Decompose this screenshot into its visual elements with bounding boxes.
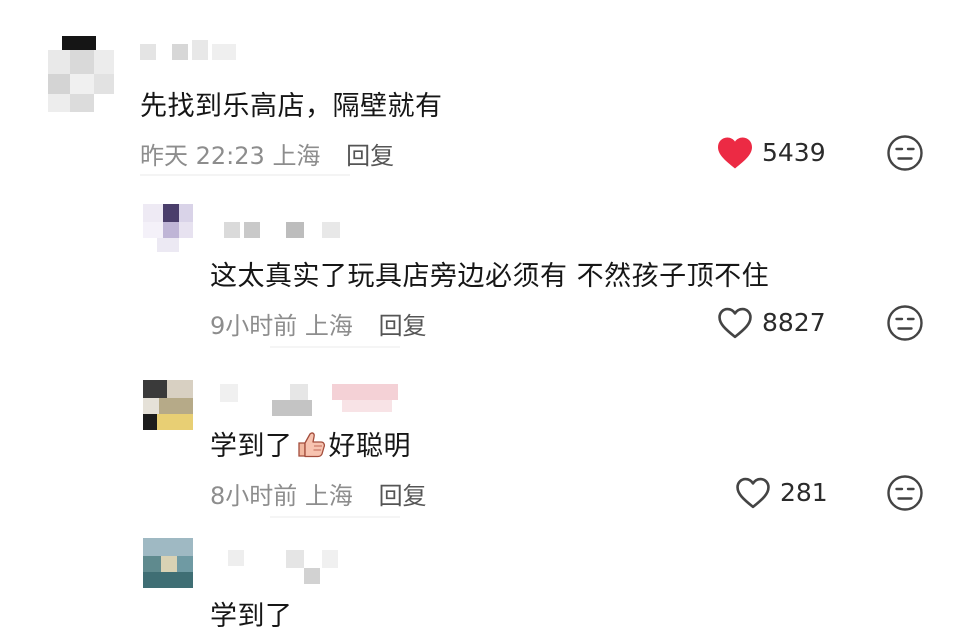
meh-face-icon	[887, 475, 923, 511]
comment-meta: 昨天 22:23 上海 回复	[140, 136, 394, 171]
comment-meta: 8小时前 上海 回复	[210, 476, 427, 511]
avatar[interactable]	[143, 204, 193, 252]
avatar[interactable]	[143, 380, 193, 430]
meh-face-icon	[887, 305, 923, 341]
reply-button[interactable]: 回复	[379, 482, 427, 510]
reply-item[interactable]: 这太真实了玩具店旁边必须有 不然孩子顶不住 9小时前 上海 回复 8827	[0, 190, 960, 350]
username[interactable]	[210, 380, 410, 416]
comment-item[interactable]: 先找到乐高店，隔壁就有 昨天 22:23 上海 回复 5439	[0, 0, 960, 185]
like-button[interactable]: 5439	[716, 136, 836, 172]
avatar[interactable]	[143, 538, 193, 588]
comment-time: 8小时前	[210, 482, 298, 510]
comment-meta: 9小时前 上海 回复	[210, 306, 427, 341]
username[interactable]	[140, 40, 240, 60]
reply-button[interactable]: 回复	[379, 312, 427, 340]
username[interactable]	[210, 550, 350, 590]
meh-face-icon	[887, 135, 923, 171]
comment-text: 先找到乐高店，隔壁就有	[140, 91, 443, 122]
like-button[interactable]: 8827	[716, 306, 836, 342]
divider	[270, 346, 400, 348]
heart-filled-icon	[718, 137, 752, 169]
reaction-button[interactable]	[886, 304, 924, 342]
comment-location: 上海	[272, 142, 321, 170]
divider	[140, 174, 350, 176]
reaction-button[interactable]	[886, 134, 924, 172]
like-count: 5439	[762, 138, 826, 167]
divider	[270, 516, 400, 518]
comment-location: 上海	[304, 312, 353, 340]
comment-time: 9小时前	[210, 312, 298, 340]
heart-outline-icon	[736, 477, 770, 509]
comment-text: 学到了	[210, 601, 293, 632]
comment-time: 昨天 22:23	[140, 142, 265, 170]
comment-text: 这太真实了玩具店旁边必须有 不然孩子顶不住	[210, 261, 770, 292]
avatar[interactable]	[48, 36, 114, 112]
comment-location: 上海	[304, 482, 353, 510]
heart-outline-icon	[718, 307, 752, 339]
comment-text-before: 学到了	[210, 431, 293, 462]
thumbs-up-emoji	[295, 431, 327, 459]
comment-text: 学到了 好聪明	[210, 424, 411, 463]
reaction-button[interactable]	[886, 474, 924, 512]
like-count: 8827	[762, 308, 826, 337]
reply-item[interactable]: 学到了 好聪明 8小时前 上海 回复 281	[0, 370, 960, 530]
like-count: 281	[780, 478, 828, 507]
reply-button[interactable]: 回复	[346, 142, 394, 170]
like-button[interactable]: 281	[734, 476, 834, 512]
comment-text-after: 好聪明	[328, 431, 411, 462]
username[interactable]	[210, 220, 350, 240]
reply-item[interactable]: 学到了	[0, 536, 960, 640]
